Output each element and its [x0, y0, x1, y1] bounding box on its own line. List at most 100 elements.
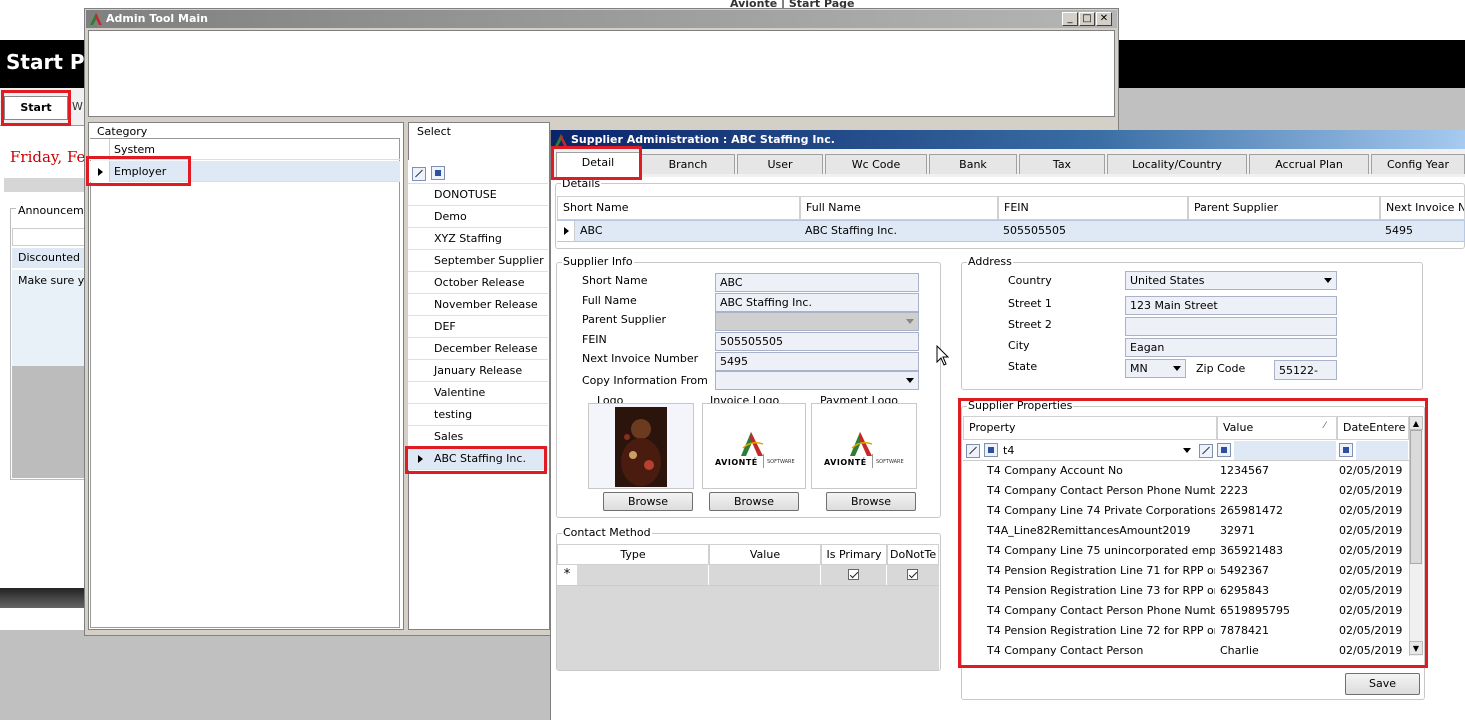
maximize-icon[interactable]: □: [1079, 12, 1095, 26]
invoice-logo-box[interactable]: AVIONTÉ SOFTWARE: [702, 403, 806, 489]
street2-input[interactable]: [1125, 317, 1337, 336]
property-row[interactable]: T4 Company Line 75 unincorporated emplo.…: [963, 541, 1409, 561]
select-item[interactable]: Sales: [408, 426, 548, 448]
col-contact-value[interactable]: Value: [709, 544, 821, 565]
state-select[interactable]: MN: [1125, 359, 1186, 378]
col-property[interactable]: Property: [963, 416, 1217, 440]
announcement-row[interactable]: Discounted C: [12, 248, 90, 268]
logo-box[interactable]: [588, 403, 694, 489]
select-item[interactable]: testing: [408, 404, 548, 426]
tab-bank[interactable]: Bank: [929, 154, 1017, 174]
next-invoice-input[interactable]: 5495: [715, 352, 919, 371]
announcement-row[interactable]: Make sure yo: [12, 270, 90, 366]
select-item[interactable]: September Supplier: [408, 250, 548, 272]
property-filter-input[interactable]: t4: [1001, 441, 1197, 460]
select-item[interactable]: January Release: [408, 360, 548, 382]
col-date-entered[interactable]: DateEntere: [1337, 416, 1409, 440]
select-item[interactable]: XYZ Staffing: [408, 228, 548, 250]
col-parent-supplier[interactable]: Parent Supplier: [1188, 196, 1380, 220]
city-input[interactable]: Eagan: [1125, 338, 1337, 357]
col-short-name[interactable]: Short Name: [557, 196, 800, 220]
property-row[interactable]: T4 Company Contact Person Charlie 02/05/20…: [963, 641, 1409, 661]
category-row-employer[interactable]: Employer: [90, 161, 400, 182]
property-row[interactable]: T4 Pension Registration Line 73 for RPP …: [963, 581, 1409, 601]
tab-locality-country[interactable]: Locality/Country: [1107, 154, 1247, 174]
date-filter-input[interactable]: [1356, 441, 1408, 460]
scroll-down-icon[interactable]: ▼: [1409, 641, 1423, 655]
select-item[interactable]: DEF: [408, 316, 548, 338]
tab-other[interactable]: W: [72, 100, 83, 113]
is-primary-checkbox[interactable]: [848, 569, 859, 580]
value-filter-input[interactable]: [1234, 441, 1336, 460]
col-contact-type[interactable]: Type: [557, 544, 709, 565]
tab-wc-code[interactable]: Wc Code: [825, 154, 927, 174]
save-button[interactable]: Save: [1345, 673, 1420, 695]
tab-detail[interactable]: Detail: [556, 152, 640, 177]
filter-mode-icon[interactable]: [1217, 443, 1231, 457]
select-item[interactable]: November Release: [408, 294, 548, 316]
col-is-primary[interactable]: Is Primary: [821, 544, 887, 565]
do-not-text-checkbox[interactable]: [907, 569, 918, 580]
admin-titlebar[interactable]: Admin Tool Main: [86, 10, 1117, 28]
filter-mode-icon[interactable]: [984, 443, 998, 457]
copy-info-select[interactable]: [715, 371, 919, 390]
do-not-text-cell[interactable]: [887, 565, 939, 585]
select-item[interactable]: DONOTUSE: [408, 184, 548, 206]
filter-clear-icon[interactable]: [966, 444, 980, 458]
property-row[interactable]: T4 Company Contact Person Phone Numbe...…: [963, 481, 1409, 501]
property-row[interactable]: T4 Company Account No 1234567 02/05/2019: [963, 461, 1409, 481]
fein-input[interactable]: 505505505: [715, 332, 919, 351]
property-row[interactable]: T4 Pension Registration Line 72 for RPP …: [963, 621, 1409, 641]
minimize-icon[interactable]: _: [1062, 12, 1078, 26]
street1-input[interactable]: 123 Main Street: [1125, 296, 1337, 315]
select-item[interactable]: Demo: [408, 206, 548, 228]
category-label-employer: Employer: [114, 165, 167, 178]
is-primary-cell[interactable]: [821, 565, 886, 585]
payment-logo-browse-button[interactable]: Browse: [826, 492, 916, 511]
property-date: 02/05/2019: [1339, 584, 1403, 597]
short-name-input[interactable]: ABC: [715, 273, 919, 292]
supplier-titlebar[interactable]: Supplier Administration : ABC Staffing I…: [551, 130, 1465, 149]
tab-user[interactable]: User: [737, 154, 823, 174]
property-name: T4 Company Contact Person: [987, 644, 1144, 657]
filter-mode-icon[interactable]: [431, 166, 445, 180]
scroll-thumb[interactable]: [1410, 430, 1422, 564]
tab-tax[interactable]: Tax: [1019, 154, 1105, 174]
col-full-name[interactable]: Full Name: [800, 196, 998, 220]
zip-input[interactable]: 55122-: [1274, 360, 1337, 380]
chevron-down-icon: [1173, 366, 1181, 371]
col-do-not-text[interactable]: DoNotTe: [887, 544, 939, 565]
property-name: T4 Company Contact Person Phone Numbe...: [987, 484, 1215, 497]
logo-browse-button[interactable]: Browse: [603, 492, 693, 511]
full-name-input[interactable]: ABC Staffing Inc.: [715, 293, 919, 312]
col-fein[interactable]: FEIN: [998, 196, 1188, 220]
property-row[interactable]: T4 Pension Registration Line 71 for RPP …: [963, 561, 1409, 581]
select-item[interactable]: December Release: [408, 338, 548, 360]
property-row[interactable]: T4 Company Line 74 Private Corporations 2…: [963, 501, 1409, 521]
tab-accrual-plan[interactable]: Accrual Plan: [1249, 154, 1369, 174]
close-icon[interactable]: ✕: [1096, 12, 1112, 26]
category-row-system[interactable]: System: [90, 139, 400, 160]
filter-mode-icon[interactable]: [1339, 443, 1353, 457]
invoice-logo-browse-button[interactable]: Browse: [709, 492, 799, 511]
parent-supplier-select[interactable]: [715, 312, 919, 331]
select-item[interactable]: October Release: [408, 272, 548, 294]
col-value[interactable]: Value: [1217, 416, 1337, 440]
scroll-up-icon[interactable]: ▲: [1409, 416, 1423, 430]
property-date: 02/05/2019: [1339, 484, 1403, 497]
filter-clear-icon[interactable]: [1199, 444, 1213, 458]
payment-logo-box[interactable]: AVIONTÉ SOFTWARE: [811, 403, 917, 489]
tab-start-page[interactable]: Start Page: [4, 96, 68, 136]
select-item[interactable]: Valentine: [408, 382, 548, 404]
select-item[interactable]: ABC Staffing Inc.: [408, 448, 548, 470]
property-row[interactable]: T4 Company Contact Person Phone Number 65…: [963, 601, 1409, 621]
contact-type-cell[interactable]: [577, 565, 708, 585]
contact-new-row[interactable]: *: [557, 565, 939, 586]
col-next-invoice[interactable]: Next Invoice Nu: [1380, 196, 1465, 220]
tab-branch[interactable]: Branch: [641, 154, 735, 174]
filter-clear-icon[interactable]: [412, 167, 426, 181]
country-select[interactable]: United States: [1125, 271, 1337, 290]
tab-config-year[interactable]: Config Year: [1371, 154, 1465, 174]
contact-value-cell[interactable]: [709, 565, 820, 585]
property-row[interactable]: T4A_Line82RemittancesAmount2019 32971 02/0…: [963, 521, 1409, 541]
